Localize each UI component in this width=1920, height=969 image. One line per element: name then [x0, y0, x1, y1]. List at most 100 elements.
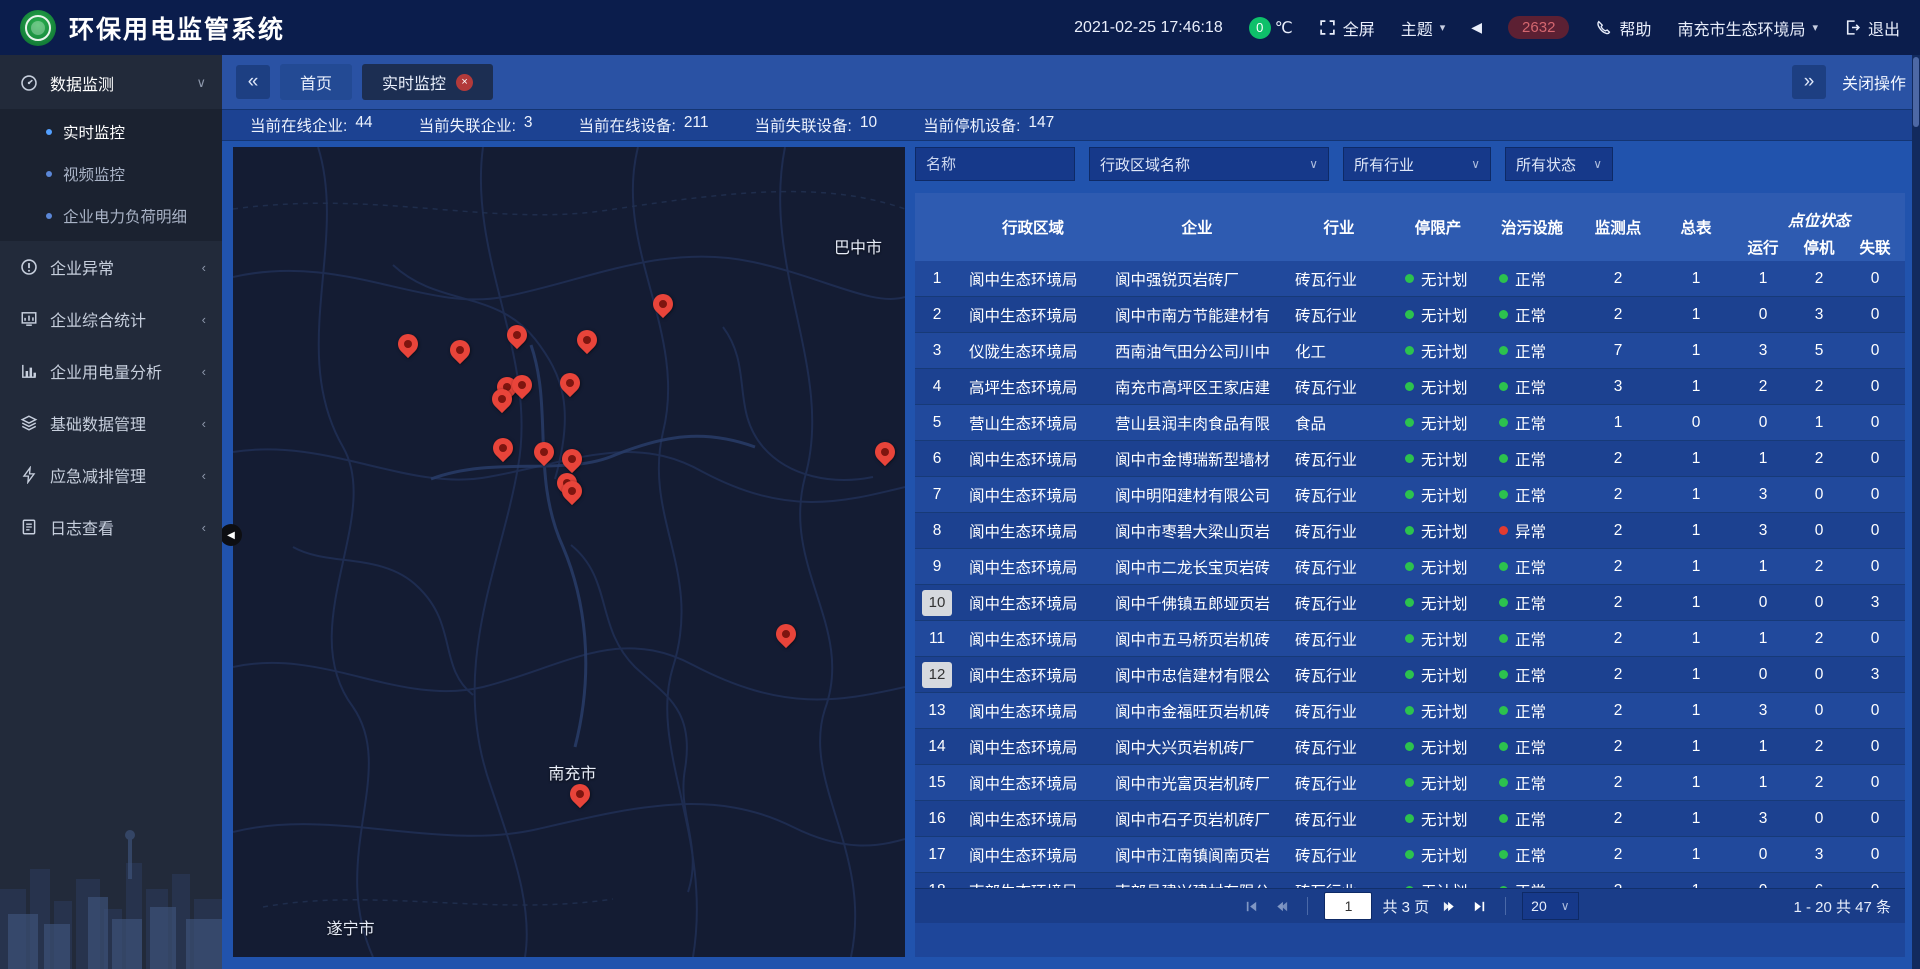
points-cell: 3 [1579, 369, 1657, 404]
table-row[interactable]: 13阆中生态环境局阆中市金福旺页岩机砖砖瓦行业无计划正常21300 [915, 693, 1905, 729]
sidebar-subitem-0-2[interactable]: 企业电力负荷明细 [0, 195, 222, 237]
region-cell: 阆中生态环境局 [959, 513, 1107, 548]
row-number-cell: 13 [915, 693, 959, 728]
table-row[interactable]: 16阆中生态环境局阆中市石子页岩机砖厂砖瓦行业无计划正常21300 [915, 801, 1905, 837]
map-collapse-handle[interactable]: ◀ [220, 524, 242, 546]
table-row[interactable]: 15阆中生态环境局阆中市光富页岩机砖厂砖瓦行业无计划正常21120 [915, 765, 1905, 801]
lost-cell: 0 [1847, 621, 1903, 656]
table-row[interactable]: 5营山生态环境局营山县润丰肉食品有限食品无计划正常10010 [915, 405, 1905, 441]
sidebar-item-0[interactable]: 数据监测∨ [0, 57, 222, 109]
limit-value: 无计划 [1421, 880, 1468, 889]
tab-home[interactable]: 首页 [280, 64, 352, 100]
header-company[interactable]: 企业 [1107, 193, 1287, 261]
sidebar-item-2[interactable]: 企业综合统计‹ [0, 293, 222, 345]
name-filter-input[interactable] [915, 147, 1075, 181]
meters-cell: 1 [1657, 585, 1735, 620]
limit-cell: 无计划 [1391, 729, 1485, 764]
limit-cell: 无计划 [1391, 693, 1485, 728]
announcement-icon[interactable]: ◀ [1471, 19, 1482, 36]
prev-page-button[interactable] [1271, 896, 1291, 916]
stop-cell: 0 [1791, 657, 1847, 692]
sidebar-subitem-0-1[interactable]: 视频监控 [0, 153, 222, 195]
run-cell: 1 [1735, 441, 1791, 476]
page-number-input[interactable] [1324, 892, 1372, 920]
header-meters[interactable]: 总表 [1657, 193, 1735, 261]
sidebar-item-6[interactable]: 日志查看‹ [0, 501, 222, 553]
industry-cell: 食品 [1287, 405, 1391, 440]
industry-filter-select[interactable]: 所有行业 ∨ [1343, 147, 1491, 181]
org-dropdown[interactable]: 南充市生态环境局 ▾ [1677, 16, 1818, 40]
map[interactable]: 巴中市南充市遂宁市 [233, 147, 905, 957]
last-page-button[interactable] [1469, 896, 1489, 916]
header-lost[interactable]: 失联 [1847, 233, 1903, 261]
next-page-button[interactable] [1439, 896, 1459, 916]
table-row[interactable]: 18南部生态环境局南部县建兴建材有限公砖瓦行业无计划正常21060 [915, 873, 1905, 888]
table-row[interactable]: 8阆中生态环境局阆中市枣碧大梁山页岩砖瓦行业无计划异常21300 [915, 513, 1905, 549]
table-row[interactable]: 17阆中生态环境局阆中市江南镇阆南页岩砖瓦行业无计划正常21030 [915, 837, 1905, 873]
sidebar-item-1[interactable]: 企业异常‹ [0, 241, 222, 293]
temperature: 0 ℃ [1249, 17, 1293, 39]
chevron-left-icon: ‹ [202, 312, 206, 327]
tabbar-right: » 关闭操作 [1792, 65, 1906, 99]
scrollbar-thumb[interactable] [1913, 57, 1919, 127]
row-number: 13 [928, 702, 945, 720]
tab-realtime-monitor[interactable]: 实时监控 × [362, 64, 493, 100]
table-row[interactable]: 3仪陇生态环境局西南油气田分公司川中化工无计划正常71350 [915, 333, 1905, 369]
tab-close-icon[interactable]: × [456, 74, 473, 91]
fullscreen-button[interactable]: 全屏 [1319, 16, 1375, 40]
sidebar-subitem-label: 实时监控 [63, 121, 125, 143]
table-row[interactable]: 2阆中生态环境局阆中市南方节能建材有砖瓦行业无计划正常21030 [915, 297, 1905, 333]
tabs-scroll-left-icon[interactable]: « [236, 65, 270, 99]
help-button[interactable]: 帮助 [1595, 16, 1651, 40]
stop-cell: 0 [1791, 513, 1847, 548]
chevron-left-icon: ‹ [202, 364, 206, 379]
facility-cell: 正常 [1485, 369, 1579, 404]
tabs-scroll-right-icon[interactable]: » [1792, 65, 1826, 99]
header-stop[interactable]: 停机 [1791, 233, 1847, 261]
status-dot-green [1405, 706, 1414, 715]
table-row[interactable]: 10阆中生态环境局阆中千佛镇五郎垭页岩砖瓦行业无计划正常21003 [915, 585, 1905, 621]
sidebar-subitem-0-0[interactable]: 实时监控 [0, 111, 222, 153]
table-row[interactable]: 4高坪生态环境局南充市高坪区王家店建砖瓦行业无计划正常31220 [915, 369, 1905, 405]
row-number-cell: 2 [915, 297, 959, 332]
row-number-cell: 15 [915, 765, 959, 800]
header-facility[interactable]: 治污设施 [1485, 193, 1579, 261]
header-limit[interactable]: 停限产 [1391, 193, 1485, 261]
close-operations-button[interactable]: 关闭操作 [1842, 70, 1906, 94]
logout-button[interactable]: 退出 [1844, 16, 1900, 40]
table-row[interactable]: 11阆中生态环境局阆中市五马桥页岩机砖砖瓦行业无计划正常21120 [915, 621, 1905, 657]
record-range-label: 1 - 20 共 47 条 [1793, 896, 1891, 917]
table-row[interactable]: 7阆中生态环境局阆中明阳建材有限公司砖瓦行业无计划正常21300 [915, 477, 1905, 513]
page-size-select[interactable]: 20 ∨ [1522, 892, 1578, 920]
status-filter-select[interactable]: 所有状态 ∨ [1505, 147, 1613, 181]
stop-cell: 5 [1791, 333, 1847, 368]
header-points[interactable]: 监测点 [1579, 193, 1657, 261]
region-filter-select[interactable]: 行政区域名称 ∨ [1089, 147, 1329, 181]
city-label: 南充市 [548, 760, 596, 784]
meters-cell: 1 [1657, 657, 1735, 692]
header-industry[interactable]: 行业 [1287, 193, 1391, 261]
page-scrollbar[interactable] [1912, 55, 1920, 969]
row-number: 8 [933, 522, 942, 540]
theme-dropdown[interactable]: 主题 ▾ [1401, 16, 1446, 40]
facility-value: 正常 [1515, 412, 1546, 434]
table-row[interactable]: 14阆中生态环境局阆中大兴页岩机砖厂砖瓦行业无计划正常21120 [915, 729, 1905, 765]
table-row[interactable]: 9阆中生态环境局阆中市二龙长宝页岩砖砖瓦行业无计划正常21120 [915, 549, 1905, 585]
city-label: 遂宁市 [327, 915, 375, 939]
chevron-left-icon: ‹ [202, 468, 206, 483]
temperature-value: 0 [1249, 17, 1271, 39]
tab-label: 实时监控 [382, 70, 446, 94]
header-run[interactable]: 运行 [1735, 233, 1791, 261]
first-page-button[interactable] [1241, 896, 1261, 916]
company-cell: 南充市高坪区王家店建 [1107, 369, 1287, 404]
table-row[interactable]: 6阆中生态环境局阆中市金博瑞新型墙材砖瓦行业无计划正常21120 [915, 441, 1905, 477]
facility-cell: 正常 [1485, 729, 1579, 764]
table-row[interactable]: 12阆中生态环境局阆中市忠信建材有限公砖瓦行业无计划正常21003 [915, 657, 1905, 693]
stat-label: 当前失联设备: [755, 114, 852, 136]
sidebar-item-5[interactable]: 应急减排管理‹ [0, 449, 222, 501]
header-region[interactable]: 行政区域 [959, 193, 1107, 261]
sidebar-item-3[interactable]: 企业用电量分析‹ [0, 345, 222, 397]
sidebar-item-4[interactable]: 基础数据管理‹ [0, 397, 222, 449]
app-logo-icon [20, 10, 56, 46]
table-row[interactable]: 1阆中生态环境局阆中强锐页岩砖厂砖瓦行业无计划正常21120 [915, 261, 1905, 297]
